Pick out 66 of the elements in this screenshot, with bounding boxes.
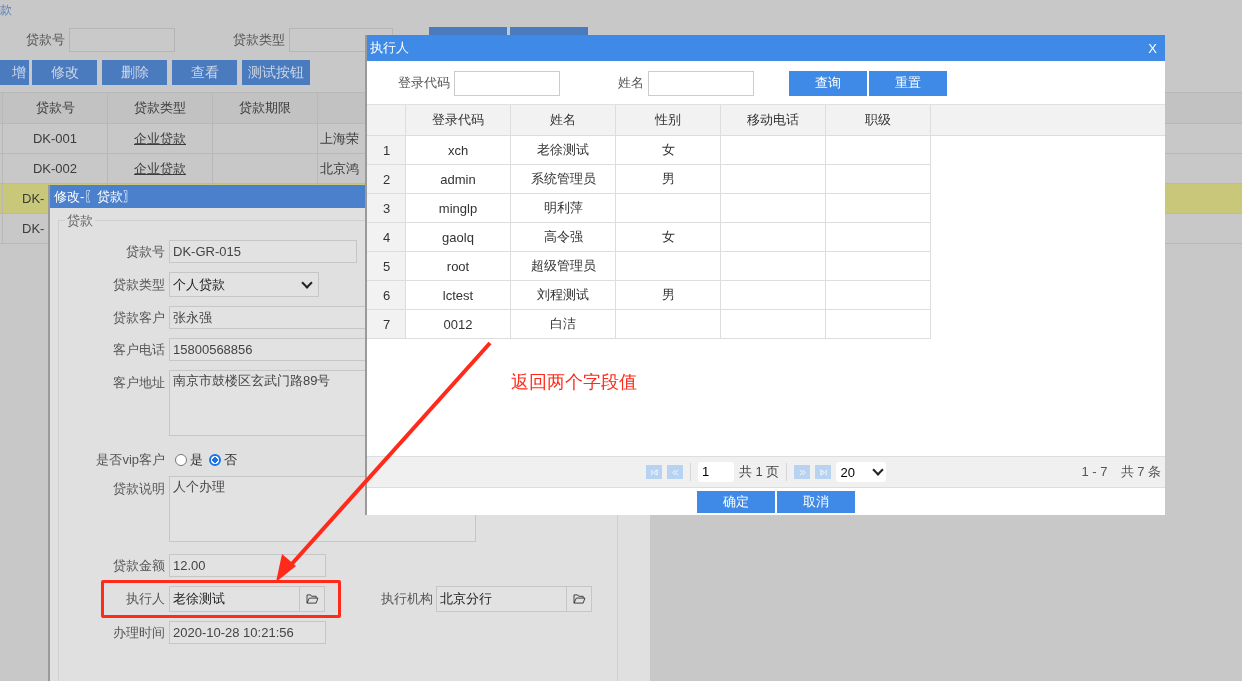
select-value: 20 <box>840 464 855 480</box>
field-label: 贷款客户 <box>112 308 166 327</box>
field-label: 贷款类型 <box>112 275 166 294</box>
table-cell: 高令强 <box>511 223 616 252</box>
table-cell: 0012 <box>406 310 511 339</box>
field-value: 北京分行 <box>439 590 493 608</box>
field-label: 贷款类型 <box>233 31 285 49</box>
row-number: 7 <box>367 310 406 339</box>
dialog-title: 执行人 <box>370 39 409 57</box>
table-cell: 男 <box>616 165 721 194</box>
table-cell: 明利萍 <box>511 194 616 223</box>
column-header: 登录代码 <box>406 105 511 135</box>
row-number: 2 <box>367 165 406 194</box>
page-title: 款 <box>0 2 13 19</box>
table-cell: xch <box>406 136 511 165</box>
fieldset-legend: 贷款 <box>65 212 95 230</box>
field-label: 执行人 <box>125 590 166 608</box>
radio-label: 否 <box>224 451 237 469</box>
field-value: 老徐测试 <box>172 590 226 608</box>
column-header: 性别 <box>616 105 721 135</box>
field-label: 贷款金额 <box>112 556 166 575</box>
table-cell: 白洁 <box>511 310 616 339</box>
row-number: 1 <box>367 136 406 165</box>
field-label: 贷款说明 <box>112 480 166 498</box>
table-cell: DK-002 <box>3 154 108 183</box>
column-header: 贷款类型 <box>108 93 213 123</box>
field-label: 登录代码 <box>398 74 450 92</box>
table-cell: 刘程测试 <box>511 281 616 310</box>
table-cell: admin <box>406 165 511 194</box>
field-label: 贷款号 <box>125 242 166 261</box>
column-header: 移动电话 <box>721 105 826 135</box>
page-count: 共 1 页 <box>739 463 780 481</box>
table-cell: lctest <box>406 281 511 310</box>
field-label: 办理时间 <box>112 623 166 642</box>
column-header: 贷款号 <box>3 93 108 123</box>
table-cell: gaolq <box>406 223 511 252</box>
table-cell: 女 <box>616 223 721 252</box>
table-cell: root <box>406 252 511 281</box>
field-label: 执行机构 <box>381 590 433 608</box>
table-cell: DK- <box>22 191 45 206</box>
column-header: 职级 <box>826 105 931 135</box>
table-cell: 北京鸿 <box>320 159 359 178</box>
column-header: 姓名 <box>511 105 616 135</box>
field-label: 客户地址 <box>112 374 166 392</box>
select-value: 个人贷款 <box>173 276 225 294</box>
row-number: 5 <box>367 252 406 281</box>
table-cell: 女 <box>616 136 721 165</box>
annotation-text: 返回两个字段值 <box>511 371 637 394</box>
row-number: 6 <box>367 281 406 310</box>
field-label: 贷款号 <box>26 31 65 49</box>
radio-label: 是 <box>190 451 203 469</box>
table-cell: DK-001 <box>3 124 108 153</box>
column-header: 贷款期限 <box>213 93 318 123</box>
table-cell: 上海荣 <box>320 129 359 148</box>
row-number: 3 <box>367 194 406 223</box>
table-cell: 超级管理员 <box>511 252 616 281</box>
table-cell: 男 <box>616 281 721 310</box>
field-label: 是否vip客户 <box>95 451 166 469</box>
table-cell: 老徐测试 <box>511 136 616 165</box>
record-summary: 1 - 7 共 7 条 <box>1081 463 1161 481</box>
table-cell: minglp <box>406 194 511 223</box>
table-cell: DK- <box>22 221 45 236</box>
field-label: 姓名 <box>618 74 644 92</box>
field-label: 客户电话 <box>112 340 166 359</box>
table-cell: 系统管理员 <box>511 165 616 194</box>
row-number: 4 <box>367 223 406 252</box>
